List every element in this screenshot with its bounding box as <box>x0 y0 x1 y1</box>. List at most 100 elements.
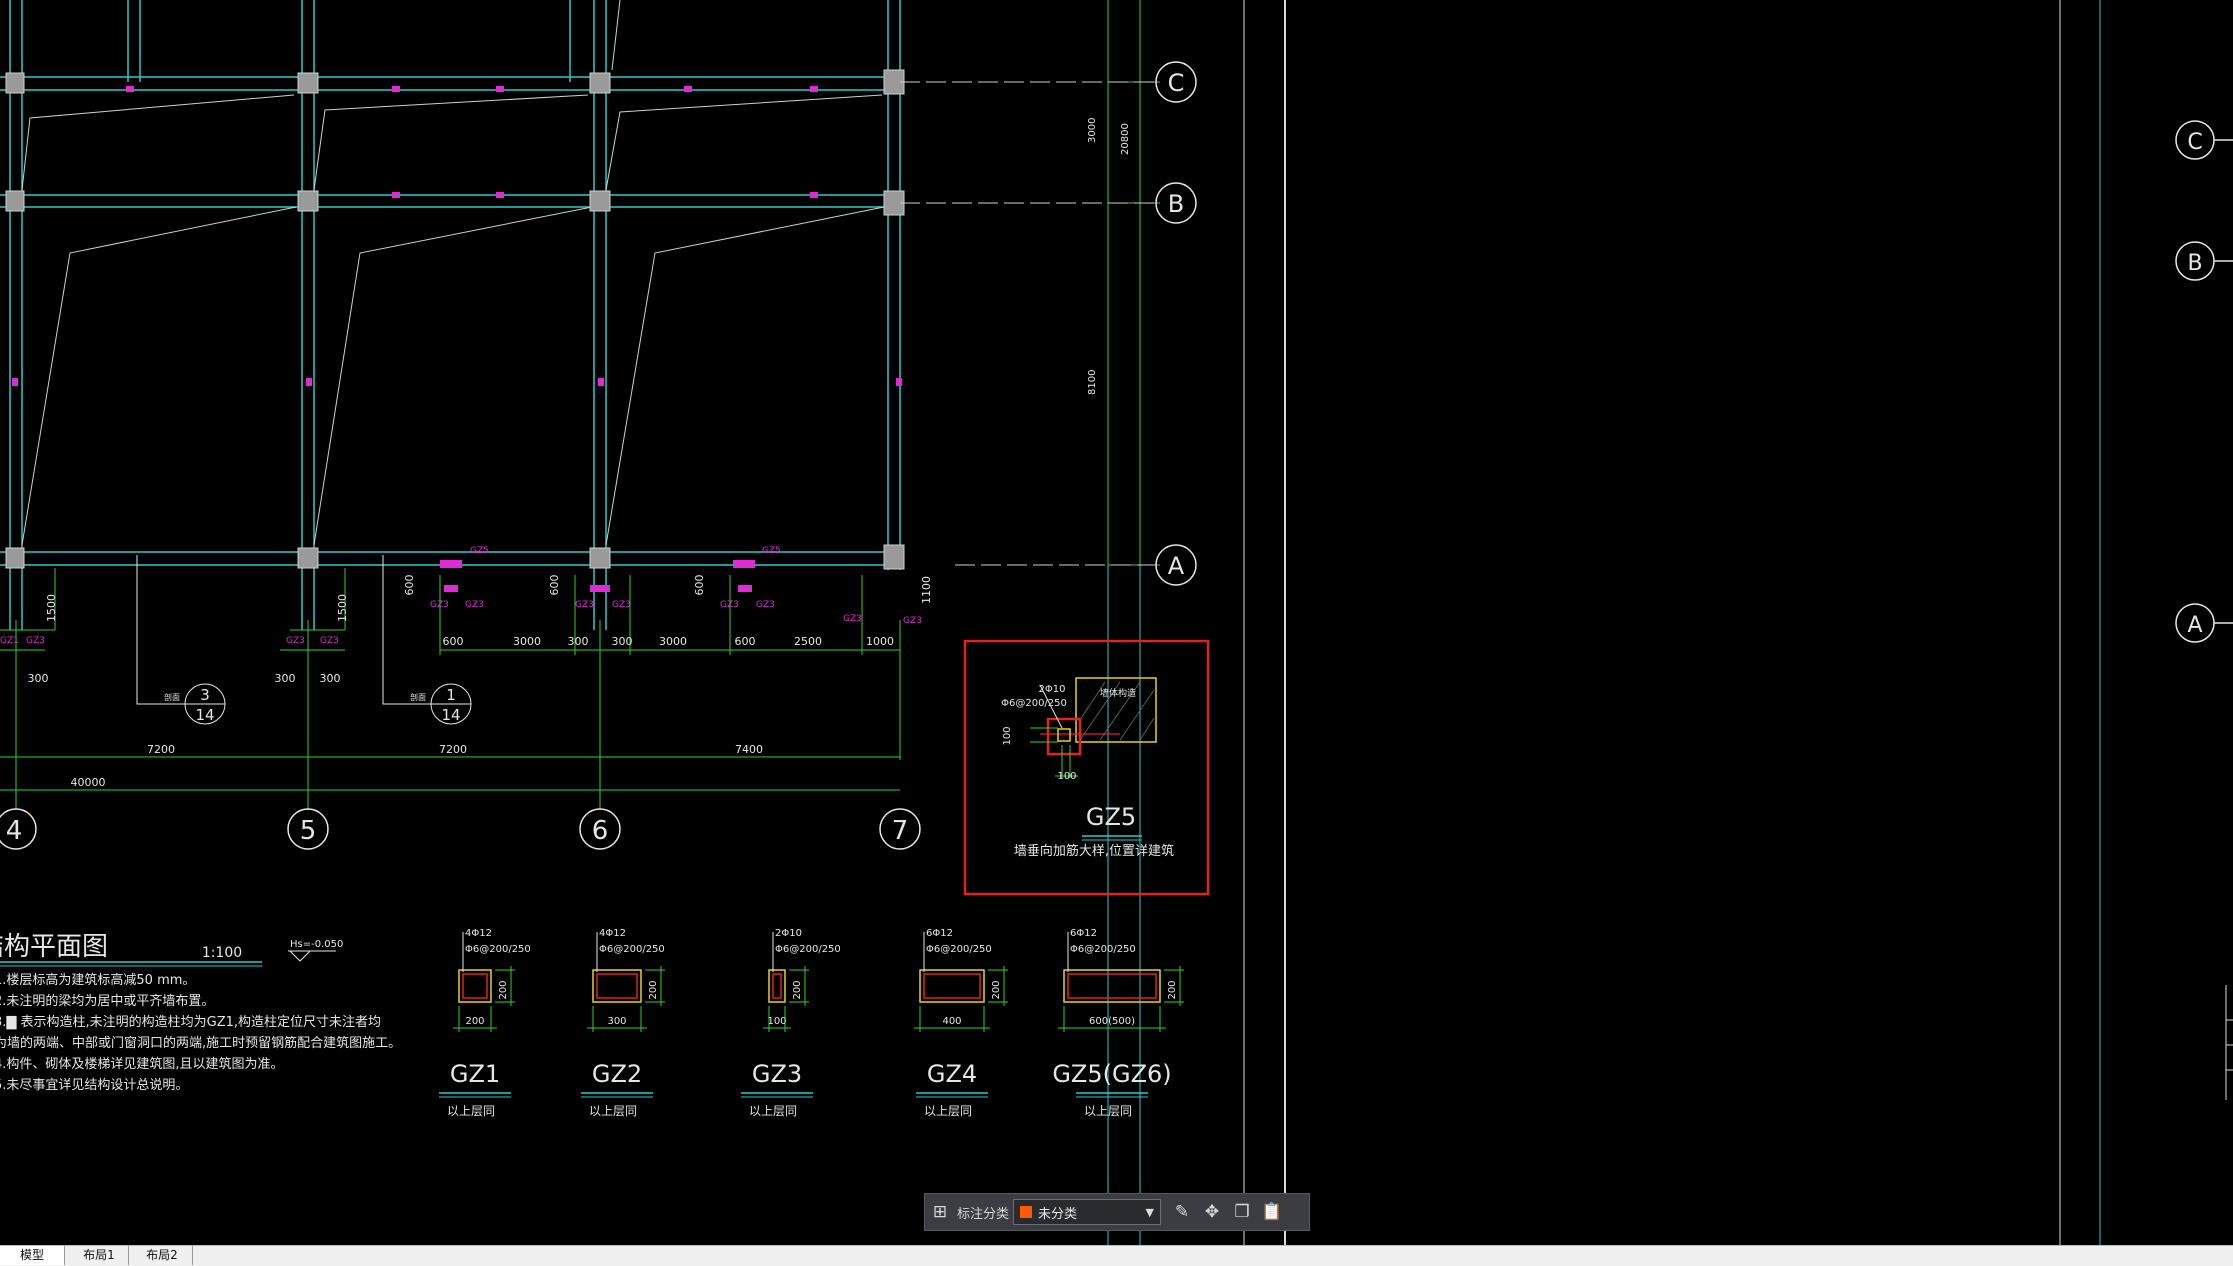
edit-icon[interactable]: ✎ <box>1167 1197 1197 1227</box>
svg-text:300: 300 <box>275 672 296 685</box>
slab-lines <box>21 0 885 546</box>
section-name: GZ2 <box>592 1060 642 1088</box>
svg-text:为墙的两端、中部或门窗洞口的两端,施工时预留钢筋配合建筑图施: 为墙的两端、中部或门窗洞口的两端,施工时预留钢筋配合建筑图施工。 <box>0 1035 401 1051</box>
chevron-down-icon: ▼ <box>1145 1205 1155 1219</box>
vertical-dimensions: 3000 20800 8100 <box>900 0 1160 566</box>
svg-text:600: 600 <box>403 575 416 596</box>
svg-text:5: 5 <box>300 816 317 846</box>
section-height: 200 <box>648 980 659 999</box>
callout-texts: 剖面 3 14 剖面 1 14 <box>164 686 461 724</box>
tab-layout2[interactable]: 布局2 <box>132 1246 193 1265</box>
section-rebar: 4Φ12 <box>599 928 626 939</box>
section-name: GZ5(GZ6) <box>1052 1060 1171 1088</box>
section-outline <box>768 969 786 1003</box>
section-stirrup-text: Φ6@200/250 <box>775 944 841 955</box>
plan-title-block: 结构平面图 1:100 Hs=-0.050 1.楼层标高为建筑标高减50 mm。… <box>0 932 401 1093</box>
copy-icon[interactable]: ❐ <box>1227 1197 1257 1227</box>
svg-text:3000: 3000 <box>513 635 541 648</box>
layout-tab-bar: 模型 布局1 布局2 <box>0 1245 2233 1266</box>
svg-text:1100: 1100 <box>920 576 933 604</box>
section-height: 200 <box>498 980 509 999</box>
svg-text:GZ3: GZ3 <box>903 616 922 626</box>
category-dropdown[interactable]: 未分类 ▼ <box>1013 1199 1162 1225</box>
annotation-toolbar: ⊞ 标注分类 未分类 ▼ ✎ ✥ ❐ 📋 <box>924 1193 1310 1231</box>
category-value: 未分类 <box>1038 1206 1078 1222</box>
svg-text:1000: 1000 <box>866 635 894 648</box>
section-name: GZ1 <box>450 1060 500 1088</box>
section-stirrup-text: Φ6@200/250 <box>599 944 665 955</box>
svg-text:GZ3: GZ3 <box>575 600 594 610</box>
section-height: 200 <box>1167 980 1178 999</box>
svg-text:20800: 20800 <box>1120 123 1131 155</box>
svg-text:GZ3: GZ3 <box>430 600 449 610</box>
svg-text:7200: 7200 <box>439 743 467 756</box>
svg-text:2Φ10: 2Φ10 <box>1039 684 1066 695</box>
svg-text:剖面: 剖面 <box>164 692 180 702</box>
section-note: 以上层同 <box>589 1104 637 1118</box>
section-note: 以上层同 <box>1084 1104 1132 1118</box>
svg-text:剖面: 剖面 <box>410 692 426 702</box>
svg-text:1:100: 1:100 <box>202 945 242 961</box>
svg-text:1: 1 <box>446 686 456 704</box>
section-stirrup <box>596 973 638 999</box>
category-swatch <box>1020 1206 1033 1218</box>
grid-view-icon[interactable]: ⊞ <box>925 1197 955 1227</box>
section-width: 400 <box>942 1016 961 1027</box>
section-stirrup-text: Φ6@200/250 <box>926 944 992 955</box>
section-stirrup <box>772 973 782 999</box>
section-width: 600(500) <box>1089 1016 1135 1027</box>
section-stirrup <box>462 973 488 999</box>
svg-text:6: 6 <box>592 816 609 846</box>
svg-text:3000: 3000 <box>1087 118 1098 143</box>
svg-text:14: 14 <box>441 706 460 724</box>
section-width: 100 <box>767 1016 786 1027</box>
svg-text:14: 14 <box>195 706 214 724</box>
svg-text:8100: 8100 <box>1087 370 1098 395</box>
sheet-frame-lines <box>1107 0 2233 1245</box>
column-blocks <box>5 69 905 570</box>
svg-text:结构平面图: 结构平面图 <box>0 932 108 962</box>
svg-text:600: 600 <box>693 575 706 596</box>
svg-text:GZ3: GZ3 <box>26 636 45 646</box>
section-outline <box>592 969 642 1003</box>
constructional-column-marks <box>12 86 902 592</box>
svg-text:300: 300 <box>28 672 49 685</box>
svg-text:3: 3 <box>200 686 210 704</box>
column-axis-labels: 4 5 6 7 <box>6 816 909 846</box>
section-stirrup-text: Φ6@200/250 <box>465 944 531 955</box>
cad-drawing-canvas[interactable]: GZ5 GZ5 GZ3 GZ3 GZ3 GZ3 GZ3 GZ3 GZ3 GZ3 GZ1 G… <box>0 0 2233 1245</box>
tab-layout1[interactable]: 布局1 <box>70 1246 129 1265</box>
svg-text:A: A <box>1168 552 1185 580</box>
section-stirrup <box>1067 973 1157 999</box>
move-icon[interactable]: ✥ <box>1197 1197 1227 1227</box>
tab-model[interactable]: 模型 <box>0 1246 65 1265</box>
svg-text:5.未尽事宜详见结构设计总说明。: 5.未尽事宜详见结构设计总说明。 <box>0 1078 188 1093</box>
svg-text:300: 300 <box>568 635 589 648</box>
section-stirrup-text: Φ6@200/250 <box>1070 944 1136 955</box>
row-axis-bubbles <box>1155 61 2233 643</box>
section-note: 以上层同 <box>924 1104 972 1118</box>
section-rebar: 2Φ10 <box>775 928 802 939</box>
beam-grid <box>0 0 901 630</box>
svg-text:600: 600 <box>443 635 464 648</box>
column-section-details: 4Φ12 Φ6@200/250 200 200 GZ1 以上层同 4Φ12 Φ6@200/25… <box>439 928 1184 1118</box>
svg-text:GZ3: GZ3 <box>465 600 484 610</box>
section-name: GZ4 <box>927 1060 977 1088</box>
svg-text:C: C <box>2187 130 2202 155</box>
svg-text:7: 7 <box>892 816 909 846</box>
section-note: 以上层同 <box>749 1104 797 1118</box>
paste-icon[interactable]: 📋 <box>1257 1197 1287 1227</box>
svg-text:B: B <box>1168 190 1184 218</box>
section-outline <box>919 969 985 1003</box>
svg-text:GZ5: GZ5 <box>470 546 489 556</box>
svg-text:GZ3: GZ3 <box>612 600 631 610</box>
svg-text:2500: 2500 <box>794 635 822 648</box>
svg-text:墙体构造: 墙体构造 <box>1100 687 1136 699</box>
section-outline <box>458 969 492 1003</box>
section-outline <box>1063 969 1161 1003</box>
section-height: 200 <box>792 980 803 999</box>
svg-text:100: 100 <box>1002 726 1013 745</box>
svg-text:B: B <box>2187 251 2202 276</box>
svg-text:A: A <box>2187 613 2202 638</box>
svg-text:Φ6@200/250: Φ6@200/250 <box>1001 698 1067 709</box>
